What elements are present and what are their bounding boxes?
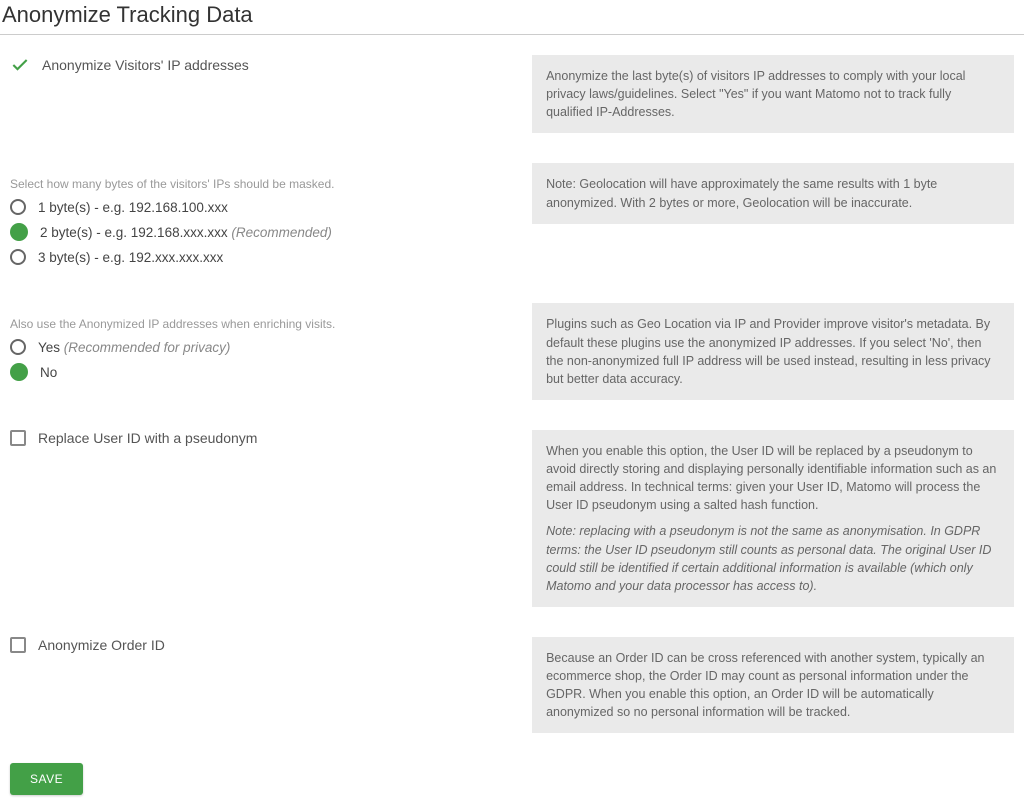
checkbox-icon <box>10 430 26 446</box>
mask-bytes-option-2[interactable]: 2 byte(s) - e.g. 192.168.xxx.xxx (Recomm… <box>10 223 512 241</box>
anonymize-ip-help: Anonymize the last byte(s) of visitors I… <box>532 55 1014 133</box>
enrich-help: Plugins such as Geo Location via IP and … <box>532 303 1014 400</box>
row-mask-bytes: Select how many bytes of the visitors' I… <box>10 163 1014 273</box>
enrich-option-no[interactable]: No <box>10 363 512 381</box>
mask-bytes-option-1[interactable]: 1 byte(s) - e.g. 192.168.100.xxx <box>10 199 512 215</box>
radio-label: 3 byte(s) - e.g. 192.xxx.xxx.xxx <box>38 250 223 265</box>
anonymize-order-help: Because an Order ID can be cross referen… <box>532 637 1014 734</box>
settings-form: Anonymize Visitors' IP addresses Anonymi… <box>0 55 1024 805</box>
mask-bytes-sublabel: Select how many bytes of the visitors' I… <box>10 177 512 191</box>
radio-label: No <box>40 365 57 380</box>
row-replace-userid: Replace User ID with a pseudonym When yo… <box>10 430 1014 607</box>
replace-userid-label: Replace User ID with a pseudonym <box>38 430 257 446</box>
anonymize-ip-toggle[interactable]: Anonymize Visitors' IP addresses <box>10 55 512 75</box>
radio-label: 2 byte(s) - e.g. 192.168.xxx.xxx (Recomm… <box>40 225 332 240</box>
save-button[interactable]: SAVE <box>10 763 83 795</box>
enrich-radio-group: Yes (Recommended for privacy) No <box>10 339 512 381</box>
replace-userid-help: When you enable this option, the User ID… <box>532 430 1014 607</box>
radio-label: 1 byte(s) - e.g. 192.168.100.xxx <box>38 200 228 215</box>
row-enrich: Also use the Anonymized IP addresses whe… <box>10 303 1014 400</box>
radio-icon <box>10 363 28 381</box>
enrich-option-yes[interactable]: Yes (Recommended for privacy) <box>10 339 512 355</box>
anonymize-ip-label: Anonymize Visitors' IP addresses <box>42 57 249 73</box>
page-title: Anonymize Tracking Data <box>0 0 1024 35</box>
anonymize-order-label: Anonymize Order ID <box>38 637 165 653</box>
replace-userid-toggle[interactable]: Replace User ID with a pseudonym <box>10 430 512 446</box>
radio-icon <box>10 199 26 215</box>
row-anonymize-ip: Anonymize Visitors' IP addresses Anonymi… <box>10 55 1014 133</box>
row-anonymize-order: Anonymize Order ID Because an Order ID c… <box>10 637 1014 734</box>
radio-icon <box>10 249 26 265</box>
radio-label: Yes (Recommended for privacy) <box>38 340 230 355</box>
check-icon <box>10 55 30 75</box>
anonymize-order-toggle[interactable]: Anonymize Order ID <box>10 637 512 653</box>
radio-icon <box>10 339 26 355</box>
mask-bytes-option-3[interactable]: 3 byte(s) - e.g. 192.xxx.xxx.xxx <box>10 249 512 265</box>
checkbox-icon <box>10 637 26 653</box>
enrich-sublabel: Also use the Anonymized IP addresses whe… <box>10 317 512 331</box>
radio-icon <box>10 223 28 241</box>
mask-bytes-help: Note: Geolocation will have approximatel… <box>532 163 1014 223</box>
mask-bytes-radio-group: 1 byte(s) - e.g. 192.168.100.xxx 2 byte(… <box>10 199 512 265</box>
